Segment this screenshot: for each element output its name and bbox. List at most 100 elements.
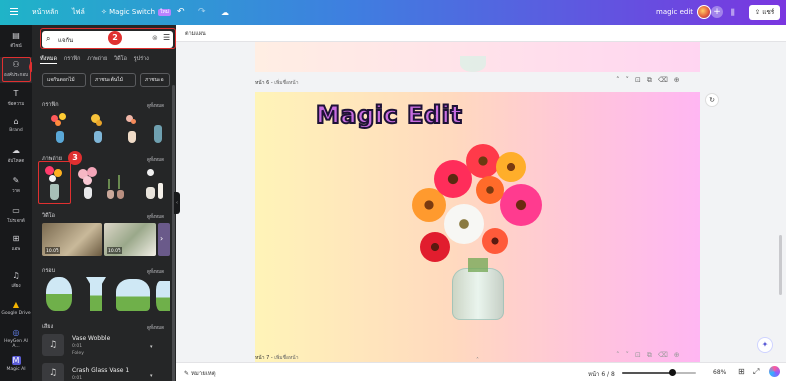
- rail-item-upload[interactable]: ☁ อัปโหลด: [0, 146, 32, 164]
- frame-thumb[interactable]: [46, 277, 72, 311]
- avatar[interactable]: [697, 5, 711, 19]
- grid-view-icon[interactable]: ⊞: [738, 367, 745, 376]
- canvas-scrollbar[interactable]: [779, 235, 782, 295]
- flower-bouquet-image[interactable]: [400, 140, 560, 320]
- magic-switch-button[interactable]: ✧ Magic Switch ใหม่: [101, 0, 172, 25]
- video-thumb[interactable]: 10.0วิ: [104, 223, 156, 256]
- refresh-icon[interactable]: ↻: [705, 93, 719, 107]
- see-all-link[interactable]: ดูทั้งหมด: [147, 324, 164, 331]
- canva-editor: หน้าหลัก ไฟล์ ✧ Magic Switch ใหม่ ↶ ↷ ☁ m…: [0, 0, 786, 381]
- rail-label: เสียง: [11, 284, 21, 289]
- share-button[interactable]: ⇪ แชร์: [749, 5, 780, 20]
- photo-thumb[interactable]: [106, 165, 132, 199]
- frame-thumb[interactable]: [116, 279, 150, 311]
- frame-thumb[interactable]: [86, 277, 106, 311]
- suggest-chip[interactable]: ภาชนะอ: [140, 73, 170, 87]
- more-options-icon[interactable]: ▾: [150, 373, 153, 379]
- undo-icon[interactable]: ↶: [177, 0, 185, 25]
- page-6-canvas[interactable]: [255, 92, 700, 367]
- magic-edit-heading[interactable]: Magic Edit: [315, 100, 516, 130]
- video-thumb[interactable]: 10.0วิ: [42, 223, 102, 256]
- rail-item-google-drive[interactable]: ▲ Google Drive: [0, 300, 32, 316]
- rail-item-audio[interactable]: ♫ เสียง: [0, 271, 32, 289]
- graphic-thumb[interactable]: [48, 109, 72, 143]
- collapse-panel-handle[interactable]: ‹: [174, 192, 180, 214]
- tab-shapes[interactable]: รูปร่าง: [134, 56, 149, 62]
- audio-artist: Foley: [72, 351, 84, 356]
- document-title[interactable]: magic edit: [656, 0, 693, 25]
- suggest-chip[interactable]: แจกันดอกไม้: [42, 73, 86, 87]
- rail-label: ข้อความ: [7, 102, 25, 107]
- page-indicator[interactable]: หน้า 6 / 8: [588, 369, 615, 379]
- callout-2: 2: [108, 31, 122, 45]
- rail-item-projects[interactable]: ▭ โปรเจกต์: [0, 206, 32, 224]
- tab-videos[interactable]: วิดีโอ: [114, 56, 127, 62]
- chevron-down-icon[interactable]: ˅: [626, 76, 636, 84]
- zoom-level[interactable]: 68%: [713, 369, 726, 376]
- add-page-icon[interactable]: ⊕: [674, 76, 686, 84]
- see-all-link[interactable]: ดูทั้งหมด: [147, 156, 164, 163]
- notes-button[interactable]: ✎ หมายเหตุ: [184, 368, 216, 378]
- lock-icon[interactable]: ⊡: [635, 76, 647, 84]
- cloud-save-icon[interactable]: ☁: [221, 0, 229, 25]
- rail-label: Google Drive: [1, 311, 31, 316]
- rail-item-magic-ai[interactable]: M Magic AI: [0, 356, 32, 372]
- chevron-up-icon[interactable]: ˄: [616, 76, 626, 84]
- rail-item-design[interactable]: ▤ ดีไซน์: [0, 31, 32, 49]
- audio-item[interactable]: ♫ Vase Wobble 0:01 Foley ▾: [42, 332, 170, 357]
- photo-thumb[interactable]: [74, 165, 102, 199]
- chevron-right-icon[interactable]: ›: [160, 234, 163, 243]
- add-collaborator-icon[interactable]: +: [711, 6, 723, 18]
- chevron-down-icon[interactable]: ˅: [626, 351, 636, 359]
- analytics-icon[interactable]: ⫼: [731, 0, 735, 25]
- section-title-videos: วิดีโอ: [42, 213, 55, 219]
- show-pages-icon[interactable]: ˄: [476, 357, 479, 364]
- file-menu[interactable]: ไฟล์: [72, 0, 85, 25]
- section-title-graphics: กราฟิก: [42, 102, 59, 108]
- graphic-thumb[interactable]: [152, 109, 164, 143]
- duplicate-icon[interactable]: ⧉: [647, 351, 658, 359]
- page-title-input[interactable]: เพิ่มชื่อหน้า: [274, 355, 298, 361]
- add-page-icon[interactable]: ⊕: [674, 351, 686, 359]
- elements-panel: ⌕ แจกัน ⊗ ☰ ทั้งหมด กราฟิก ภาพถ่าย วิดีโ…: [32, 25, 176, 381]
- tab-graphics[interactable]: กราฟิก: [64, 56, 81, 62]
- help-icon[interactable]: [769, 366, 780, 377]
- rail-item-brand[interactable]: ⌂ Brand: [0, 117, 32, 133]
- suggest-chip[interactable]: ภาชนะต้นไม้: [90, 73, 136, 87]
- music-note-icon: ♫: [42, 363, 64, 381]
- fullscreen-icon[interactable]: ⤢: [753, 367, 759, 377]
- see-all-link[interactable]: ดูทั้งหมด: [147, 213, 164, 220]
- audio-item[interactable]: ♫ Crash Glass Vase 1 0:01 ▾: [42, 361, 170, 381]
- chevron-up-icon[interactable]: ˄: [616, 351, 626, 359]
- rail-item-apps[interactable]: ⊞ แอพ: [0, 234, 32, 252]
- rail-item-text[interactable]: T ข้อความ: [0, 89, 32, 107]
- graphic-thumb[interactable]: [120, 109, 144, 143]
- zoom-slider[interactable]: [622, 369, 696, 376]
- tab-photos[interactable]: ภาพถ่าย: [87, 56, 107, 62]
- trash-icon[interactable]: ⌫: [658, 76, 674, 84]
- more-options-icon[interactable]: ▾: [150, 344, 153, 350]
- lock-icon[interactable]: ⊡: [635, 351, 647, 359]
- section-title-audio: เสียง: [42, 324, 54, 330]
- redo-icon[interactable]: ↷: [198, 0, 206, 25]
- panel-scrollbar[interactable]: [172, 85, 175, 381]
- page-title-input[interactable]: เพิ่มชื่อหน้า: [274, 80, 298, 86]
- tab-all[interactable]: ทั้งหมด: [40, 56, 58, 64]
- photo-thumb-selected[interactable]: [38, 161, 71, 204]
- rail-item-heygen[interactable]: ◎ HeyGen AI A...: [0, 328, 32, 349]
- frame-thumb[interactable]: [156, 281, 170, 311]
- rail-item-draw[interactable]: ✎ วาด: [0, 176, 32, 194]
- magic-assistant-icon[interactable]: ✦: [757, 337, 773, 353]
- trash-icon[interactable]: ⌫: [658, 351, 674, 359]
- menu-icon[interactable]: [10, 8, 18, 15]
- see-all-link[interactable]: ดูทั้งหมด: [147, 102, 164, 109]
- home-button[interactable]: หน้าหลัก: [32, 0, 58, 25]
- see-all-link[interactable]: ดูทั้งหมด: [147, 268, 164, 275]
- previous-page[interactable]: [255, 42, 700, 72]
- duplicate-icon[interactable]: ⧉: [647, 76, 658, 84]
- position-label[interactable]: ตามแผน: [185, 30, 206, 38]
- photo-thumb[interactable]: [140, 165, 166, 199]
- canvas-header: ตามแผน: [176, 25, 786, 42]
- graphic-thumb[interactable]: [86, 109, 110, 143]
- zoom-slider-knob[interactable]: [669, 369, 676, 376]
